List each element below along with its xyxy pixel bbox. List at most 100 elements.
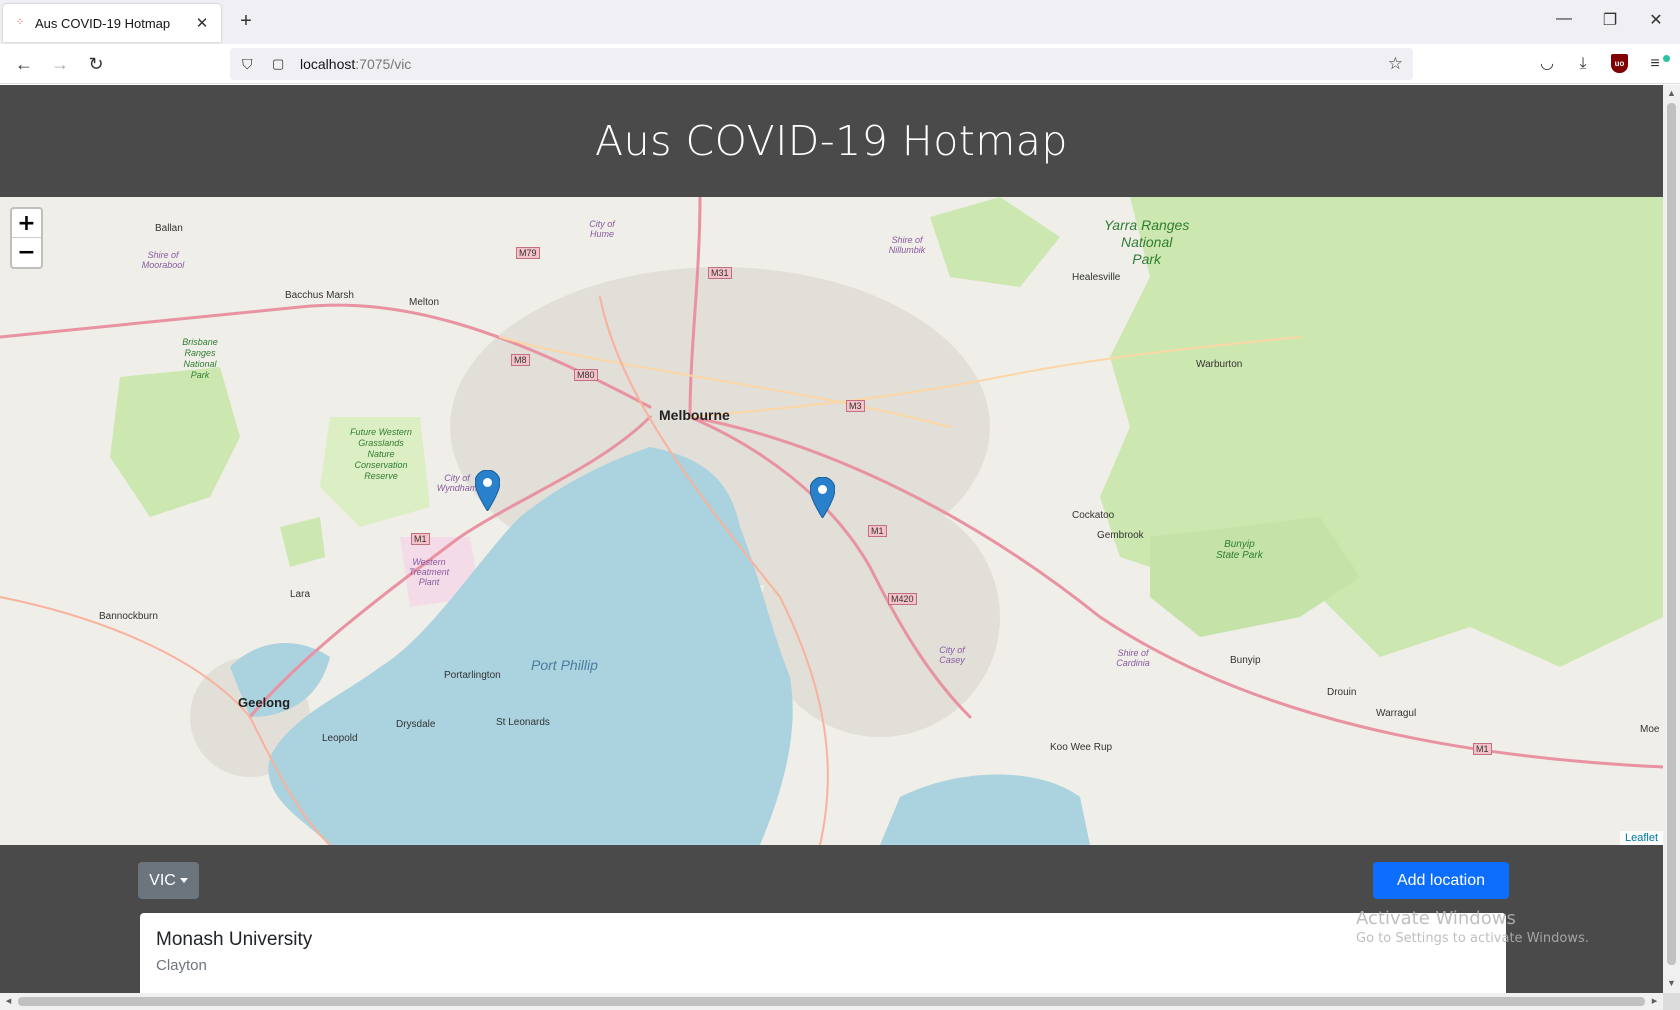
map-label-bunyip-sp-line2: State Park	[1216, 550, 1263, 561]
map-label-shire-moorabool: Shire of Moorabool	[141, 250, 185, 270]
ublock-icon[interactable]: uo	[1611, 54, 1628, 73]
scroll-down-icon[interactable]: ▼	[1663, 978, 1680, 988]
watermark-line1: Activate Windows	[1356, 908, 1516, 929]
map-label-warragul: Warragul	[1376, 708, 1417, 719]
minimize-icon[interactable]: —	[1554, 10, 1574, 28]
location-card[interactable]: Monash University Clayton	[140, 913, 1506, 993]
favicon-icon: ⁘	[15, 17, 25, 28]
brisbane-ranges-park	[110, 367, 240, 517]
location-marker-icon[interactable]	[810, 477, 835, 518]
close-tab-icon[interactable]: ✕	[193, 14, 211, 32]
vertical-scrollbar[interactable]: ▲ ▼	[1663, 85, 1680, 993]
activate-windows-watermark: Activate Windows Go to Settings to activ…	[1356, 908, 1589, 946]
map-label-bunyip-sp: Bunyip State Park	[1216, 539, 1263, 561]
kinglake-area	[930, 197, 1060, 287]
map-label-geelong: Geelong	[238, 695, 291, 710]
map-label-drouin: Drouin	[1327, 687, 1357, 698]
location-card-title: Monash University	[156, 929, 313, 950]
map-label-koo-wee-rup: Koo Wee Rup	[1050, 742, 1113, 753]
horizontal-scrollbar[interactable]: ◂ ▸	[0, 993, 1663, 1010]
map-label-moe: Moe	[1640, 724, 1660, 735]
download-icon[interactable]: ⤓	[1571, 52, 1595, 76]
url-host: localhost	[300, 56, 356, 72]
map-label-city-of-casey: City of Casey	[939, 645, 965, 665]
map-label-bannockburn: Bannockburn	[99, 611, 158, 622]
map-label-melton: Melton	[409, 297, 440, 308]
browser-tab[interactable]: ⁘ Aus COVID-19 Hotmap ✕	[3, 4, 221, 42]
forward-icon[interactable]: →	[48, 52, 72, 76]
page-title: Aus COVID-19 Hotmap	[595, 117, 1068, 165]
reload-icon[interactable]: ↻	[84, 52, 108, 76]
page-icon: ▢	[272, 56, 285, 71]
map-label-future-grasslands: Future Western Grasslands Nature Conserv…	[350, 427, 412, 481]
map-label-shire-nillumbik: Shire of Nillumbik	[888, 235, 926, 255]
close-window-icon[interactable]: ✕	[1646, 10, 1666, 30]
zoom-out-button[interactable]: −	[12, 238, 41, 267]
location-marker-icon[interactable]	[475, 470, 500, 511]
map-label-leopold: Leopold	[322, 733, 358, 744]
map-label-port-phillip: Port Phillip	[531, 657, 598, 673]
shield-icon[interactable]: ⛉	[242, 56, 260, 73]
scrollbar-corner	[1663, 993, 1680, 1010]
add-location-button[interactable]: Add location	[1373, 862, 1509, 899]
map-label-bunyip-sp-line1: Bunyip	[1224, 539, 1255, 550]
watermark-line2: Go to Settings to activate Windows.	[1356, 931, 1589, 946]
road-shield-m79: M79	[516, 247, 540, 259]
map-label-bacchus-marsh: Bacchus Marsh	[285, 290, 354, 301]
zoom-in-button[interactable]: +	[12, 209, 41, 238]
location-card-suburb: Clayton	[156, 957, 207, 974]
road-shield-m420: M420	[888, 593, 917, 605]
map-label-ballan: Ballan	[155, 223, 183, 234]
road-shield-m3: M3	[846, 400, 865, 412]
map-label-yarra-ranges-line1: Yarra Ranges	[1104, 217, 1190, 233]
road-shield-m31: M31	[708, 267, 732, 279]
pocket-icon[interactable]: ◡	[1535, 52, 1559, 76]
map-label-drysdale: Drysdale	[396, 719, 436, 730]
map-label-shire-cardinia: Shire of Cardinia	[1116, 648, 1150, 668]
browser-nav-bar: ← → ↻ ⛉ ▢ localhost:7075/vic ☆ ◡ ⤓ ≡	[0, 44, 1680, 84]
new-tab-icon[interactable]: +	[236, 10, 256, 33]
map-label-gembrook: Gembrook	[1097, 530, 1144, 541]
western-port	[880, 774, 1090, 845]
map-label-yarra-ranges-line3: Park	[1132, 251, 1162, 267]
road-shield-m1-west: M1	[411, 533, 430, 545]
scroll-right-icon[interactable]: ▸	[1646, 993, 1663, 1010]
browser-tab-bar: ⁘ Aus COVID-19 Hotmap ✕ + — ❐ ✕	[0, 0, 1680, 44]
url-path: :7075/vic	[355, 56, 412, 72]
page-header: Aus COVID-19 Hotmap	[0, 85, 1663, 197]
url-bar[interactable]: ⛉ ▢ localhost:7075/vic ☆	[230, 48, 1413, 80]
bookmark-star-icon[interactable]: ☆	[1388, 54, 1403, 74]
restore-icon[interactable]: ❐	[1600, 10, 1620, 30]
map-label-city-of-hume: City of Hume	[589, 219, 615, 239]
map-label-western-treatment: Western Treatment Plant	[408, 557, 450, 587]
road-shield-m1-far-east: M1	[1473, 743, 1492, 755]
bunyip-state-park	[1150, 517, 1360, 637]
zoom-control: + −	[10, 207, 43, 269]
map-attribution-link[interactable]: Leaflet	[1619, 831, 1663, 845]
map-label-yarra-ranges: Yarra Ranges National Park	[1104, 217, 1189, 268]
back-icon[interactable]: ←	[12, 52, 36, 76]
caret-down-icon	[179, 878, 188, 883]
map-label-warburton: Warburton	[1196, 359, 1243, 370]
map[interactable]: Melbourne Geelong Port Phillip Ballan Ba…	[0, 197, 1663, 845]
map-label-cockatoo: Cockatoo	[1072, 510, 1115, 521]
map-label-yarra-ranges-line2: National	[1120, 234, 1173, 250]
map-label-melbourne: Melbourne	[659, 407, 730, 423]
state-dropdown-button[interactable]: VIC	[138, 862, 199, 899]
map-label-brisbane-ranges: Brisbane Ranges National Park	[182, 337, 218, 380]
page-viewport: Aus COVID-19 Hotmap Melbourne Geelong Po…	[0, 85, 1663, 993]
vertical-scroll-thumb[interactable]	[1667, 103, 1676, 965]
state-dropdown-label: VIC	[149, 871, 176, 889]
horizontal-scroll-thumb[interactable]	[18, 997, 1645, 1006]
map-label-bunyip: Bunyip	[1230, 655, 1261, 666]
scroll-up-icon[interactable]: ▲	[1663, 88, 1680, 98]
road-shield-m1-east: M1	[868, 525, 887, 537]
map-label-healesville: Healesville	[1072, 272, 1121, 283]
map-tiles	[0, 197, 1663, 845]
road-shield-m80: M80	[574, 369, 598, 381]
map-label-lara: Lara	[290, 589, 311, 600]
map-label-st-leonards: St Leonards	[496, 717, 550, 728]
update-dot-icon	[1663, 55, 1670, 62]
scroll-left-icon[interactable]: ◂	[0, 993, 17, 1010]
map-label-portarlington: Portarlington	[444, 670, 501, 681]
